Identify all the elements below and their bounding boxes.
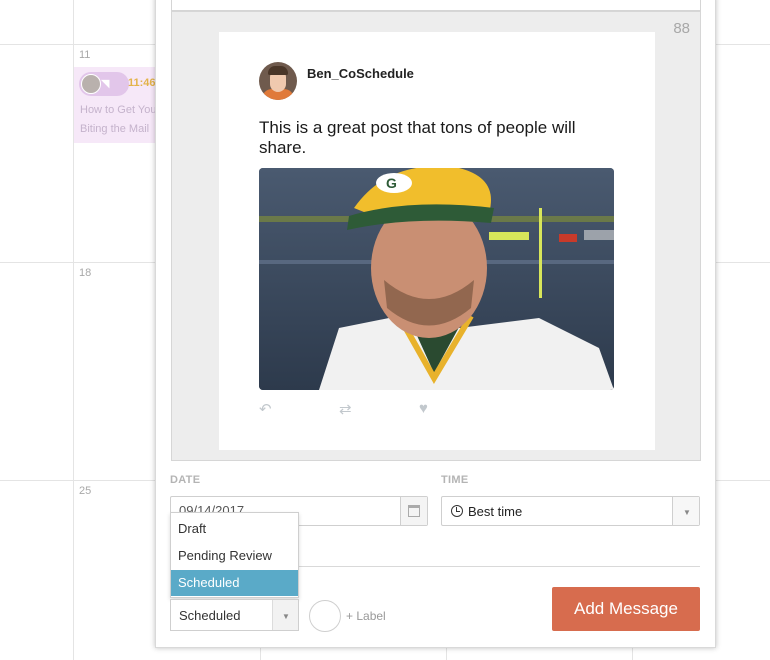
tweet-preview-card: Ben_CoSchedule This is a great post that…	[219, 32, 655, 450]
date-picker-button[interactable]	[400, 497, 427, 525]
svg-text:G: G	[386, 175, 397, 191]
event-title: How to Get Your Blog Biting the Mail	[80, 104, 155, 135]
retweet-icon[interactable]: ⇄	[339, 400, 352, 418]
calendar-icon	[408, 505, 420, 517]
avatar	[259, 62, 297, 100]
clock-icon	[451, 505, 463, 517]
tweet-actions: ↶ ⇄ ♥	[259, 400, 459, 420]
calendar-day-number: 25	[79, 485, 92, 497]
status-option-pending-review[interactable]: Pending Review	[171, 543, 298, 569]
app-root: 11 18 25 ◥ 11:46 How to Get Your Blog Bi…	[0, 0, 770, 660]
time-select[interactable]: Best time ▼	[441, 496, 700, 526]
tweet-media-gif: G	[259, 168, 614, 390]
status-select[interactable]: Scheduled ▼	[170, 599, 299, 631]
character-count: 88	[673, 20, 690, 37]
tweet-text: This is a great post that tons of people…	[259, 118, 576, 157]
date-label: DATE	[170, 474, 201, 486]
tweet-username: Ben_CoSchedule	[307, 66, 414, 81]
time-value: Best time	[468, 504, 523, 519]
social-preview-panel: 88 Ben_CoSchedule This is a great post t…	[171, 11, 701, 461]
status-value: Scheduled	[179, 608, 241, 623]
time-label: TIME	[441, 474, 469, 486]
reply-icon[interactable]: ↶	[259, 400, 272, 418]
event-pill: ◥	[79, 72, 129, 96]
add-label-link[interactable]: + Label	[346, 609, 386, 623]
status-option-draft[interactable]: Draft	[171, 516, 298, 542]
status-dropdown-button[interactable]: ▼	[272, 600, 298, 630]
rss-icon: ◥	[101, 78, 110, 90]
event-avatar	[81, 74, 101, 94]
calendar-event-card[interactable]: ◥ 11:46 How to Get Your Blog Biting the …	[74, 67, 155, 143]
calendar-day-number: 11	[79, 49, 91, 61]
section-divider	[296, 566, 700, 567]
gif-image: G	[259, 168, 614, 390]
message-editor-edge	[171, 0, 701, 11]
label-color-picker[interactable]	[309, 600, 341, 632]
time-dropdown-button[interactable]: ▼	[672, 497, 699, 525]
status-dropdown-menu: Draft Pending Review Scheduled	[170, 512, 299, 598]
chevron-down-icon: ▼	[282, 612, 290, 621]
status-option-scheduled[interactable]: Scheduled	[171, 570, 298, 596]
chevron-down-icon: ▼	[683, 508, 691, 517]
calendar-day-number: 18	[79, 267, 92, 279]
like-icon[interactable]: ♥	[419, 400, 428, 417]
add-message-button[interactable]: Add Message	[552, 587, 700, 631]
event-time: 11:46	[128, 77, 155, 89]
